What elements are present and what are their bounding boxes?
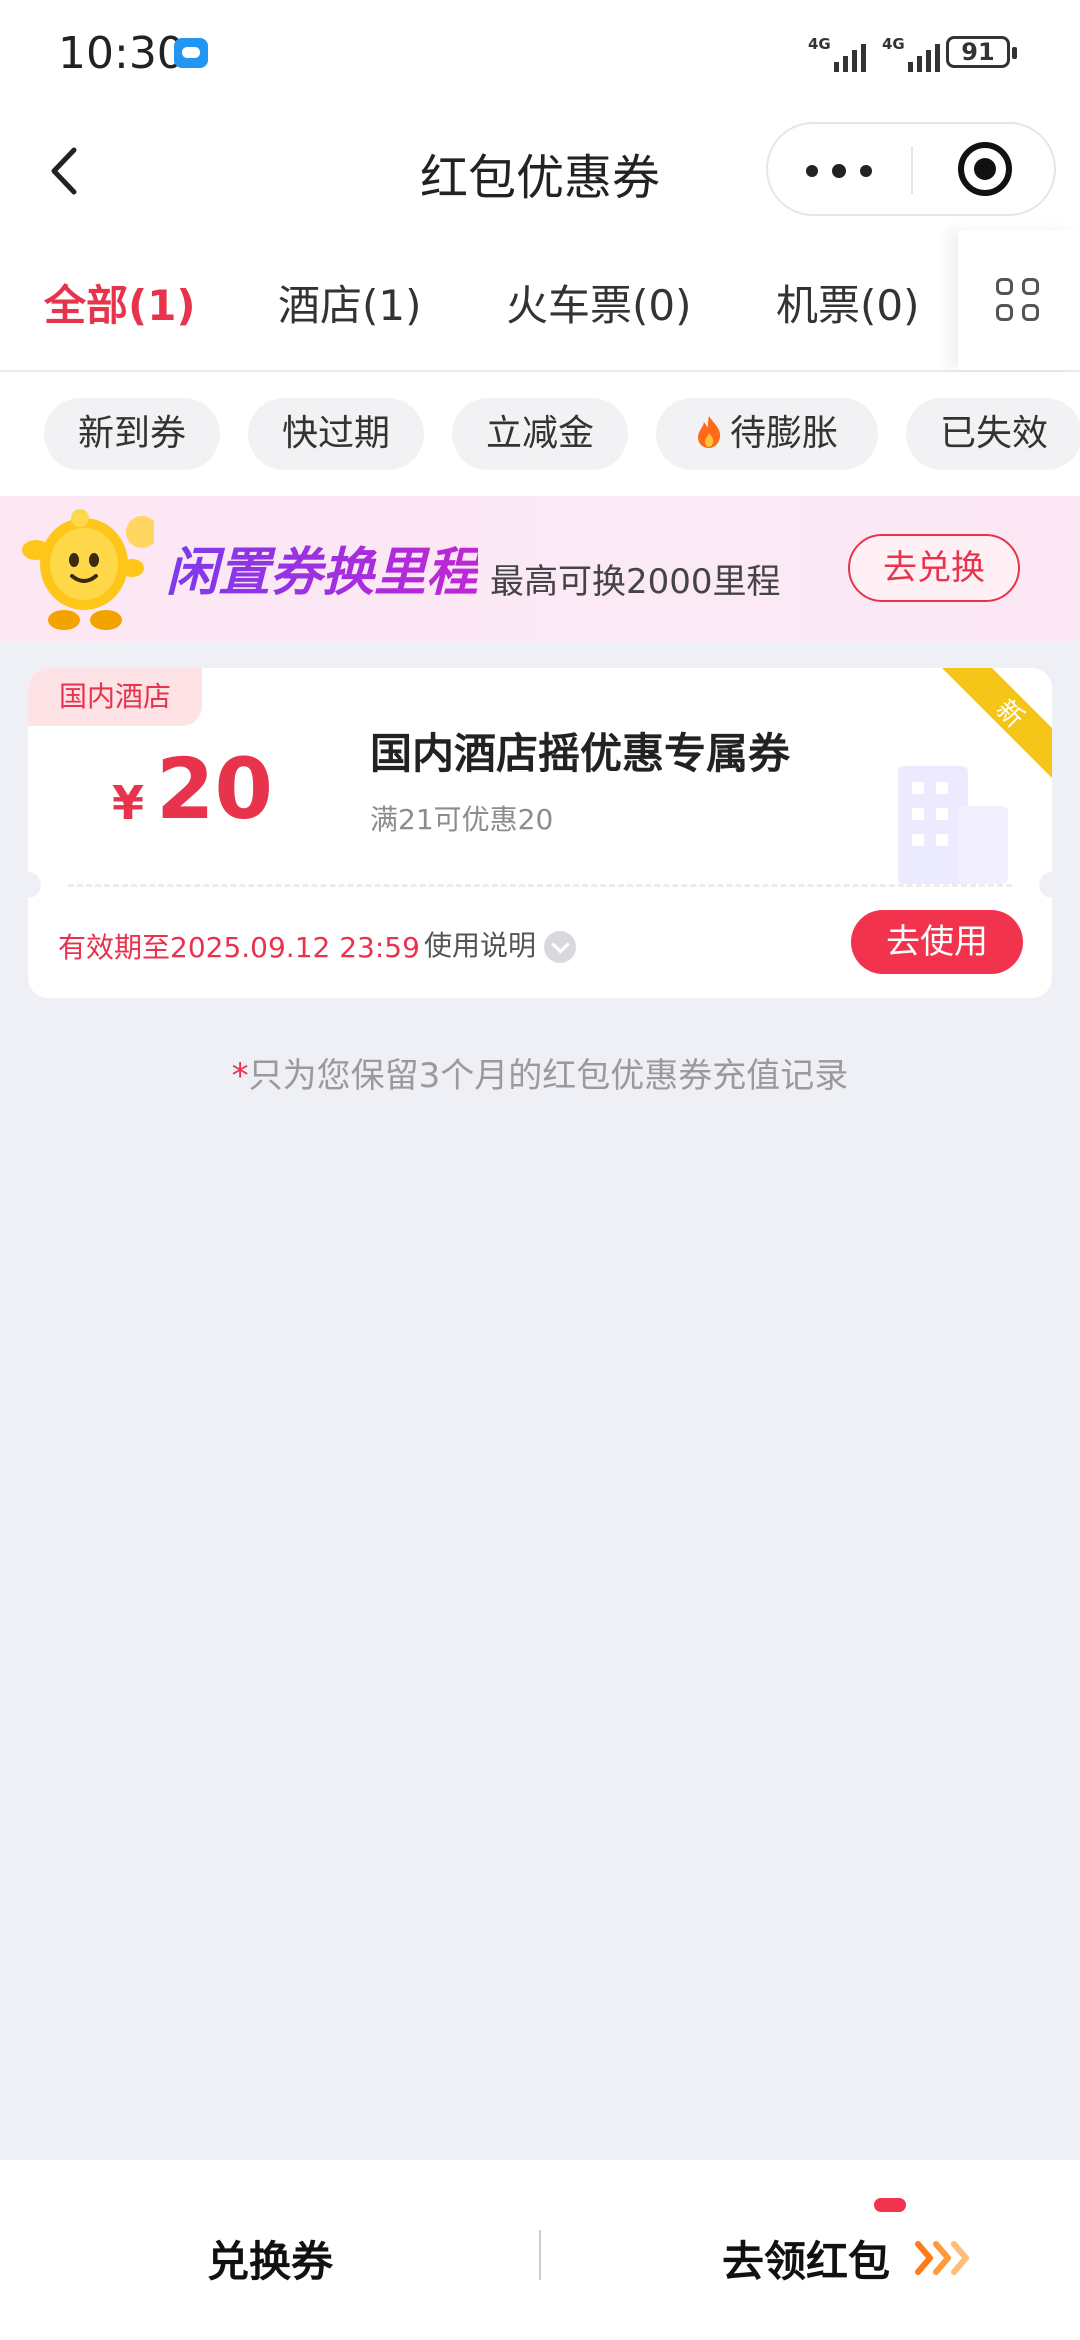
- coin-mascot-icon: [22, 509, 154, 630]
- more-options-icon[interactable]: [768, 124, 911, 214]
- network-type-label: 4G: [882, 35, 905, 53]
- coupon-category-tag: 国内酒店: [28, 668, 202, 726]
- banner-subtitle: 最高可换2000里程: [490, 562, 781, 602]
- message-notification-icon: [174, 38, 208, 68]
- category-tabs: 全部(1) 酒店(1) 火车票(0) 机票(0): [0, 230, 1080, 372]
- tab-train[interactable]: 火车票(0): [506, 272, 692, 333]
- coupon-title: 国内酒店摇优惠专属券: [370, 729, 791, 778]
- mini-program-capsule: [766, 122, 1056, 216]
- filter-chips: 新到券 快过期 立减金 待膨胀 已失效: [0, 372, 1080, 496]
- card-notch-right: [1039, 872, 1052, 898]
- coupon-card: 国内酒店 新 ¥ 20 国内酒店摇优惠专属券 满21可优惠20 有效期至2025…: [28, 668, 1052, 998]
- close-miniprogram-icon[interactable]: [913, 124, 1056, 214]
- flame-icon: [697, 416, 721, 448]
- filter-expired[interactable]: 已失效: [906, 398, 1080, 470]
- battery-icon: 91: [946, 36, 1017, 68]
- mileage-exchange-banner[interactable]: 闲置券换里程 最高可换2000里程 去兑换: [0, 496, 1080, 642]
- filter-instant-discount[interactable]: 立减金: [452, 398, 628, 470]
- tab-all[interactable]: 全部(1): [44, 272, 196, 333]
- filter-to-expand-label: 待膨胀: [729, 413, 838, 454]
- get-red-packet-button[interactable]: 去领红包: [722, 2228, 890, 2289]
- filter-expiring[interactable]: 快过期: [248, 398, 424, 470]
- promo-badge: [874, 2198, 906, 2212]
- exchange-button[interactable]: 去兑换: [848, 534, 1020, 602]
- filter-new[interactable]: 新到券: [44, 398, 220, 470]
- coupon-expiry: 有效期至2025.09.12 23:59: [58, 931, 420, 964]
- use-coupon-button[interactable]: 去使用: [851, 910, 1023, 974]
- category-grid-icon[interactable]: [958, 230, 1080, 370]
- chevron-down-icon: [544, 931, 577, 963]
- usage-instructions[interactable]: 使用说明: [424, 924, 577, 964]
- network-type-label: 4G: [808, 35, 831, 53]
- coupon-amount: 20: [156, 740, 273, 838]
- card-notch-left: [28, 872, 41, 898]
- nav-bar: 红包优惠券: [0, 110, 1080, 230]
- double-chevron-right-icon[interactable]: [914, 2238, 972, 2278]
- new-ribbon: 新: [942, 668, 1052, 778]
- tab-flight[interactable]: 机票(0): [776, 272, 920, 333]
- currency-symbol: ¥: [112, 776, 145, 830]
- signal-icon: 4G: [808, 36, 872, 72]
- banner-title: 闲置券换里程: [166, 530, 478, 605]
- coupon-divider: [68, 884, 1012, 887]
- coupon-condition: 满21可优惠20: [370, 803, 554, 836]
- status-bar: 10:30 4G 4G 91: [0, 0, 1080, 110]
- filter-to-expand[interactable]: 待膨胀: [656, 398, 878, 470]
- status-time: 10:30: [58, 28, 185, 79]
- bottom-divider: [539, 2230, 541, 2280]
- redeem-coupon-button[interactable]: 兑换券: [0, 2228, 540, 2289]
- bottom-action-bar: 兑换券 去领红包: [0, 2160, 1080, 2340]
- retention-footnote: *只为您保留3个月的红包优惠券充值记录: [231, 1056, 849, 1096]
- signal-icon: 4G: [882, 36, 946, 72]
- tab-hotel[interactable]: 酒店(1): [278, 272, 422, 333]
